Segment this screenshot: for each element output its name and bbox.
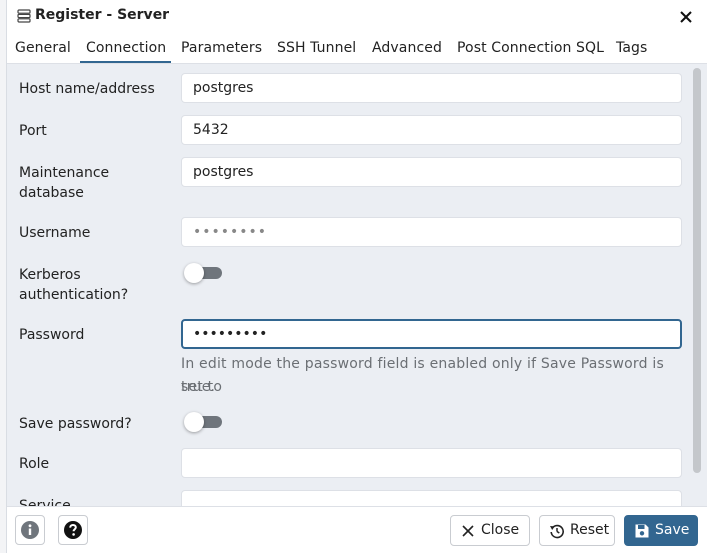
maintenance-db-label-line1: Maintenance (19, 165, 110, 181)
toggle-knob (184, 412, 204, 432)
close-button[interactable]: Close (450, 515, 530, 546)
reset-button[interactable]: Reset (539, 515, 615, 546)
server-icon (17, 9, 31, 23)
port-label: Port (19, 123, 47, 139)
close-icon[interactable] (678, 9, 694, 25)
tab-advanced[interactable]: Advanced (372, 40, 442, 56)
role-label: Role (19, 456, 50, 472)
role-input[interactable] (181, 448, 682, 478)
host-label: Host name/address (19, 81, 155, 97)
close-button-label: Close (481, 522, 520, 538)
service-input[interactable] (181, 490, 682, 506)
save-button-label: Save (655, 522, 690, 538)
kerberos-toggle[interactable] (184, 263, 224, 283)
username-label: Username (19, 225, 91, 241)
port-input[interactable] (181, 115, 682, 145)
help-icon (64, 521, 82, 539)
maintenance-db-input[interactable] (181, 157, 682, 187)
password-label: Password (19, 327, 85, 343)
tab-tags[interactable]: Tags (616, 40, 647, 56)
reset-button-label: Reset (570, 522, 610, 538)
dialog-titlebar: Register - Server (7, 0, 707, 34)
tab-ssh-tunnel[interactable]: SSH Tunnel (277, 40, 356, 56)
tab-parameters[interactable]: Parameters (181, 40, 262, 56)
active-tab-indicator (80, 61, 171, 63)
dialog-tabs: General Connection Parameters SSH Tunnel… (7, 34, 707, 64)
dialog-footer: Close Reset Save (7, 506, 707, 553)
register-server-dialog: Register - Server General Connection Par… (6, 0, 707, 553)
kerberos-label-line1: Kerberos (19, 267, 81, 283)
maintenance-db-label-line2: database (19, 185, 84, 201)
tab-post-connection-sql[interactable]: Post Connection SQL (457, 40, 604, 56)
save-button[interactable]: Save (624, 515, 698, 546)
help-button[interactable] (58, 515, 88, 545)
password-input[interactable] (181, 319, 682, 349)
form-scrollbar[interactable] (693, 68, 701, 473)
info-icon (21, 521, 39, 539)
floppy-disk-icon (635, 524, 649, 538)
host-input[interactable] (181, 73, 682, 103)
save-password-label: Save password? (19, 416, 132, 432)
x-icon (462, 525, 474, 537)
dialog-title: Register - Server (35, 7, 170, 23)
password-hint-line2: true. (181, 379, 216, 395)
info-button[interactable] (15, 515, 45, 545)
tab-connection[interactable]: Connection (86, 40, 166, 56)
reset-icon (550, 524, 564, 539)
toggle-knob (184, 263, 204, 283)
connection-form: Host name/address Port Maintenance datab… (7, 64, 707, 506)
service-label: Service (19, 498, 71, 506)
tab-general[interactable]: General (15, 40, 71, 56)
username-input[interactable] (181, 217, 682, 247)
kerberos-label-line2: authentication? (19, 287, 129, 303)
save-password-toggle[interactable] (184, 412, 224, 432)
